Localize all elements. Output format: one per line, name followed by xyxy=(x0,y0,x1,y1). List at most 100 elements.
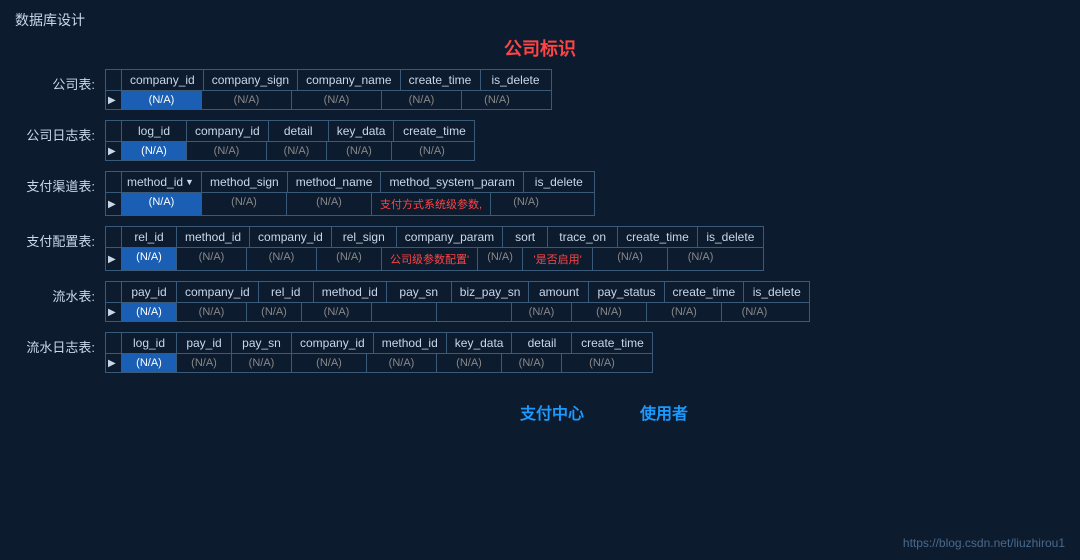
main-content: 公司表:company_idcompany_signcompany_namecr… xyxy=(0,69,1080,373)
col-body-1-4: (N/A) xyxy=(392,142,472,160)
col-header-3-2: company_id xyxy=(250,227,332,247)
db-table-0: company_idcompany_signcompany_namecreate… xyxy=(105,69,552,110)
col-body-5-7: (N/A) xyxy=(562,354,642,372)
col-header-3-8: is_delete xyxy=(698,227,763,247)
col-header-2-2: method_name xyxy=(288,172,382,192)
db-table-1: log_idcompany_iddetailkey_datacreate_tim… xyxy=(105,120,475,161)
col-body-0-2: (N/A) xyxy=(292,91,382,109)
table-label-0: 公司表: xyxy=(15,69,105,93)
watermark: https://blog.csdn.net/liuzhirou1 xyxy=(903,536,1065,550)
db-table-3: rel_idmethod_idcompany_idrel_signcompany… xyxy=(105,226,764,271)
col-body-5-6: (N/A) xyxy=(502,354,562,372)
col-header-2-3: method_system_param xyxy=(381,172,523,192)
col-header-0-4: is_delete xyxy=(481,70,551,90)
col-body-3-4: 公司级参数配置' xyxy=(382,248,478,270)
db-table-2: method_id▼method_signmethod_namemethod_s… xyxy=(105,171,595,216)
company-sign-label: 公司标识 xyxy=(0,35,1080,61)
col-body-0-0: (N/A) xyxy=(122,91,202,109)
col-header-5-6: detail xyxy=(512,333,572,353)
col-header-4-4: pay_sn xyxy=(387,282,452,302)
col-body-1-1: (N/A) xyxy=(187,142,267,160)
col-body-3-8: (N/A) xyxy=(668,248,733,270)
col-body-1-3: (N/A) xyxy=(327,142,392,160)
table-section-5: 流水日志表:log_idpay_idpay_sncompany_idmethod… xyxy=(15,332,1065,373)
db-table-4: pay_idcompany_idrel_idmethod_idpay_snbiz… xyxy=(105,281,810,322)
col-header-0-0: company_id xyxy=(122,70,204,90)
table-label-2: 支付渠道表: xyxy=(15,171,105,195)
col-body-0-3: (N/A) xyxy=(382,91,462,109)
col-body-3-7: (N/A) xyxy=(593,248,668,270)
col-header-3-4: company_param xyxy=(397,227,503,247)
col-header-5-7: create_time xyxy=(572,333,652,353)
col-body-1-0: (N/A) xyxy=(122,142,187,160)
col-body-2-1: (N/A) xyxy=(202,193,287,215)
col-body-0-1: (N/A) xyxy=(202,91,292,109)
user-label: 使用者 xyxy=(640,400,688,424)
col-body-0-4: (N/A) xyxy=(462,91,532,109)
col-body-2-4: (N/A) xyxy=(491,193,561,215)
col-header-4-5: biz_pay_sn xyxy=(452,282,530,302)
col-header-0-2: company_name xyxy=(298,70,400,90)
col-header-4-1: company_id xyxy=(177,282,259,302)
col-body-4-1: (N/A) xyxy=(177,303,247,321)
col-header-4-0: pay_id xyxy=(122,282,177,302)
table-label-4: 流水表: xyxy=(15,281,105,305)
col-body-4-4 xyxy=(372,303,437,321)
pay-center-label: 支付中心 xyxy=(520,400,584,424)
col-header-2-0: method_id▼ xyxy=(122,172,202,192)
col-header-5-2: pay_sn xyxy=(232,333,292,353)
col-body-3-3: (N/A) xyxy=(317,248,382,270)
col-body-4-5 xyxy=(437,303,512,321)
col-header-5-3: company_id xyxy=(292,333,374,353)
table-label-3: 支付配置表: xyxy=(15,226,105,250)
col-header-2-1: method_sign xyxy=(202,172,288,192)
col-header-4-6: amount xyxy=(529,282,589,302)
col-body-5-0: (N/A) xyxy=(122,354,177,372)
col-body-4-3: (N/A) xyxy=(302,303,372,321)
col-header-1-2: detail xyxy=(269,121,329,141)
col-header-1-3: key_data xyxy=(329,121,395,141)
table-section-4: 流水表:pay_idcompany_idrel_idmethod_idpay_s… xyxy=(15,281,1065,322)
col-header-3-5: sort xyxy=(503,227,548,247)
col-header-1-0: log_id xyxy=(122,121,187,141)
table-section-3: 支付配置表:rel_idmethod_idcompany_idrel_signc… xyxy=(15,226,1065,271)
col-header-1-1: company_id xyxy=(187,121,269,141)
col-header-0-1: company_sign xyxy=(204,70,298,90)
col-body-4-8: (N/A) xyxy=(647,303,722,321)
col-header-5-4: method_id xyxy=(374,333,447,353)
col-body-5-3: (N/A) xyxy=(292,354,367,372)
col-body-2-2: (N/A) xyxy=(287,193,372,215)
col-header-3-6: trace_on xyxy=(548,227,618,247)
col-body-5-1: (N/A) xyxy=(177,354,232,372)
col-body-3-1: (N/A) xyxy=(177,248,247,270)
col-body-3-0: (N/A) xyxy=(122,248,177,270)
table-section-0: 公司表:company_idcompany_signcompany_namecr… xyxy=(15,69,1065,110)
col-body-2-0: (N/A) xyxy=(122,193,202,215)
table-label-1: 公司日志表: xyxy=(15,120,105,144)
page-title: 数据库设计 xyxy=(0,0,1080,35)
col-header-2-4: is_delete xyxy=(524,172,594,192)
col-body-4-7: (N/A) xyxy=(572,303,647,321)
col-header-4-9: is_delete xyxy=(744,282,809,302)
col-body-1-2: (N/A) xyxy=(267,142,327,160)
col-header-3-3: rel_sign xyxy=(332,227,397,247)
col-header-5-1: pay_id xyxy=(177,333,232,353)
col-header-1-4: create_time xyxy=(394,121,474,141)
col-body-2-3: 支付方式系统级参数, xyxy=(372,193,491,215)
table-section-2: 支付渠道表:method_id▼method_signmethod_nameme… xyxy=(15,171,1065,216)
col-body-4-9: (N/A) xyxy=(722,303,787,321)
col-body-4-0: (N/A) xyxy=(122,303,177,321)
col-body-5-2: (N/A) xyxy=(232,354,292,372)
col-body-5-5: (N/A) xyxy=(437,354,502,372)
col-header-5-0: log_id xyxy=(122,333,177,353)
col-body-3-2: (N/A) xyxy=(247,248,317,270)
col-body-4-6: (N/A) xyxy=(512,303,572,321)
col-body-3-6: '是否启用' xyxy=(523,248,593,270)
col-header-3-1: method_id xyxy=(177,227,250,247)
col-header-4-7: pay_status xyxy=(589,282,664,302)
col-body-3-5: (N/A) xyxy=(478,248,523,270)
table-label-5: 流水日志表: xyxy=(15,332,105,356)
col-header-3-0: rel_id xyxy=(122,227,177,247)
db-table-5: log_idpay_idpay_sncompany_idmethod_idkey… xyxy=(105,332,653,373)
col-header-0-3: create_time xyxy=(401,70,481,90)
